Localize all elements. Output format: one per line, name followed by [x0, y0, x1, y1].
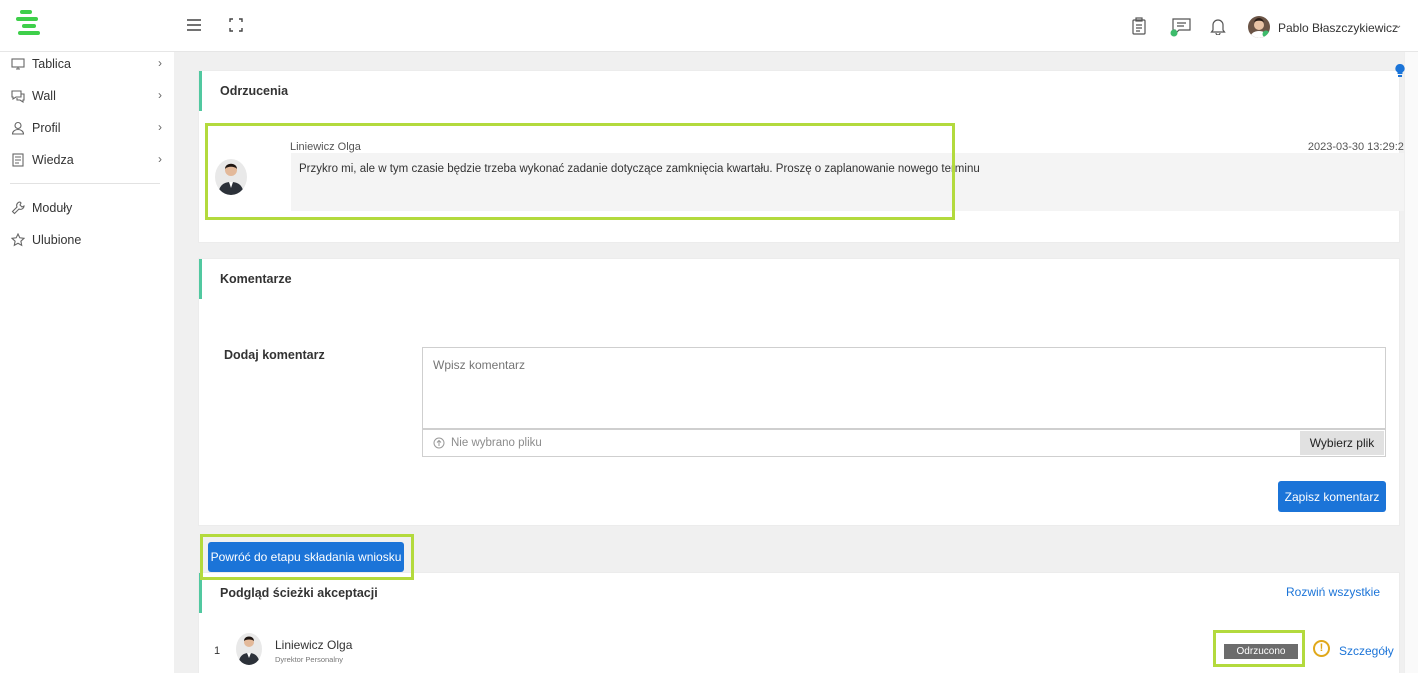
avatar [236, 633, 262, 665]
status-badge: Odrzucono [1224, 644, 1298, 659]
comments-card: Komentarze Dodaj komentarz Nie wybrano p… [198, 258, 1400, 526]
sidebar-item-wiedza[interactable]: Wiedza › [10, 148, 164, 172]
main-content: Odrzucenia Liniewicz Olga 2023-03-30 13:… [174, 52, 1418, 673]
sidebar-item-ulubione[interactable]: Ulubione [10, 228, 164, 252]
avatar [215, 159, 247, 195]
acceptance-card: Podgląd ścieżki akceptacji Rozwiń wszyst… [198, 572, 1400, 673]
scroll-area: Odrzucenia Liniewicz Olga 2023-03-30 13:… [174, 52, 1411, 673]
app-logo[interactable] [16, 10, 42, 36]
wrench-icon [10, 200, 26, 216]
user-avatar[interactable] [1248, 16, 1270, 38]
warning-icon[interactable]: ! [1313, 640, 1330, 657]
clipboard-icon[interactable] [1130, 17, 1148, 35]
scrollbar[interactable] [1404, 52, 1418, 673]
sidebar-item-label: Wiedza [32, 153, 74, 167]
chat-icon[interactable] [1170, 17, 1192, 37]
sidebar-item-label: Wall [32, 89, 56, 103]
details-link[interactable]: Szczegóły [1339, 644, 1394, 658]
comment-input[interactable] [422, 347, 1386, 429]
file-status: Nie wybrano pliku [451, 437, 542, 449]
chevron-right-icon: › [158, 120, 162, 134]
message-text: Przykro mi, ale w tym czasie będzie trze… [291, 153, 1411, 211]
chevron-right-icon: › [158, 152, 162, 166]
sidebar-item-label: Ulubione [32, 233, 82, 247]
rejections-card: Odrzucenia Liniewicz Olga 2023-03-30 13:… [198, 70, 1411, 243]
approver-name: Liniewicz Olga [275, 638, 353, 652]
file-upload: Nie wybrano pliku Wybierz plik [422, 429, 1386, 457]
section-title: Odrzucenia [199, 71, 1399, 111]
menu-icon[interactable] [186, 17, 204, 35]
section-title: Podgląd ścieżki akceptacji [199, 573, 1399, 613]
save-comment-button[interactable]: Zapisz komentarz [1278, 481, 1386, 512]
sidebar-item-wall[interactable]: Wall › [10, 84, 164, 108]
lightbulb-icon[interactable] [1395, 63, 1405, 78]
sidebar-item-profil[interactable]: Profil › [10, 116, 164, 140]
expand-all-link[interactable]: Rozwiń wszystkie [1286, 585, 1380, 599]
user-name[interactable]: Pablo Błaszczykiewicz [1278, 21, 1398, 35]
sidebar: Tablica › Wall › Profil › Wiedza › Moduł… [0, 52, 174, 673]
sidebar-divider [10, 183, 160, 184]
sidebar-item-moduly[interactable]: Moduły [10, 196, 164, 220]
sidebar-item-tablica[interactable]: Tablica › [10, 52, 164, 76]
chat-bubbles-icon [10, 88, 26, 104]
book-icon [10, 152, 26, 168]
chevron-right-icon: › [158, 56, 162, 70]
sidebar-item-label: Moduły [32, 201, 73, 215]
chevron-right-icon: › [158, 88, 162, 102]
chevron-down-icon[interactable]: ⌄ [1394, 20, 1402, 31]
star-icon [10, 232, 26, 248]
approver-role: Dyrektor Personalny [275, 655, 343, 664]
row-index: 1 [214, 645, 221, 657]
return-to-submission-button[interactable]: Powróć do etapu składania wniosku [208, 542, 404, 572]
message-timestamp: 2023-03-30 13:29:28 [1307, 141, 1410, 153]
sidebar-item-label: Profil [32, 121, 61, 135]
fullscreen-icon[interactable] [228, 17, 246, 35]
message-author: Liniewicz Olga [290, 141, 361, 153]
top-bar: Pablo Błaszczykiewicz ⌄ [0, 0, 1418, 52]
section-title: Komentarze [199, 259, 1399, 299]
bell-icon[interactable] [1210, 17, 1228, 36]
upload-icon [433, 437, 445, 452]
user-icon [10, 120, 26, 136]
add-comment-label: Dodaj komentarz [224, 348, 325, 362]
sidebar-item-label: Tablica [32, 57, 71, 71]
monitor-icon [10, 56, 26, 72]
choose-file-button[interactable]: Wybierz plik [1300, 431, 1384, 455]
